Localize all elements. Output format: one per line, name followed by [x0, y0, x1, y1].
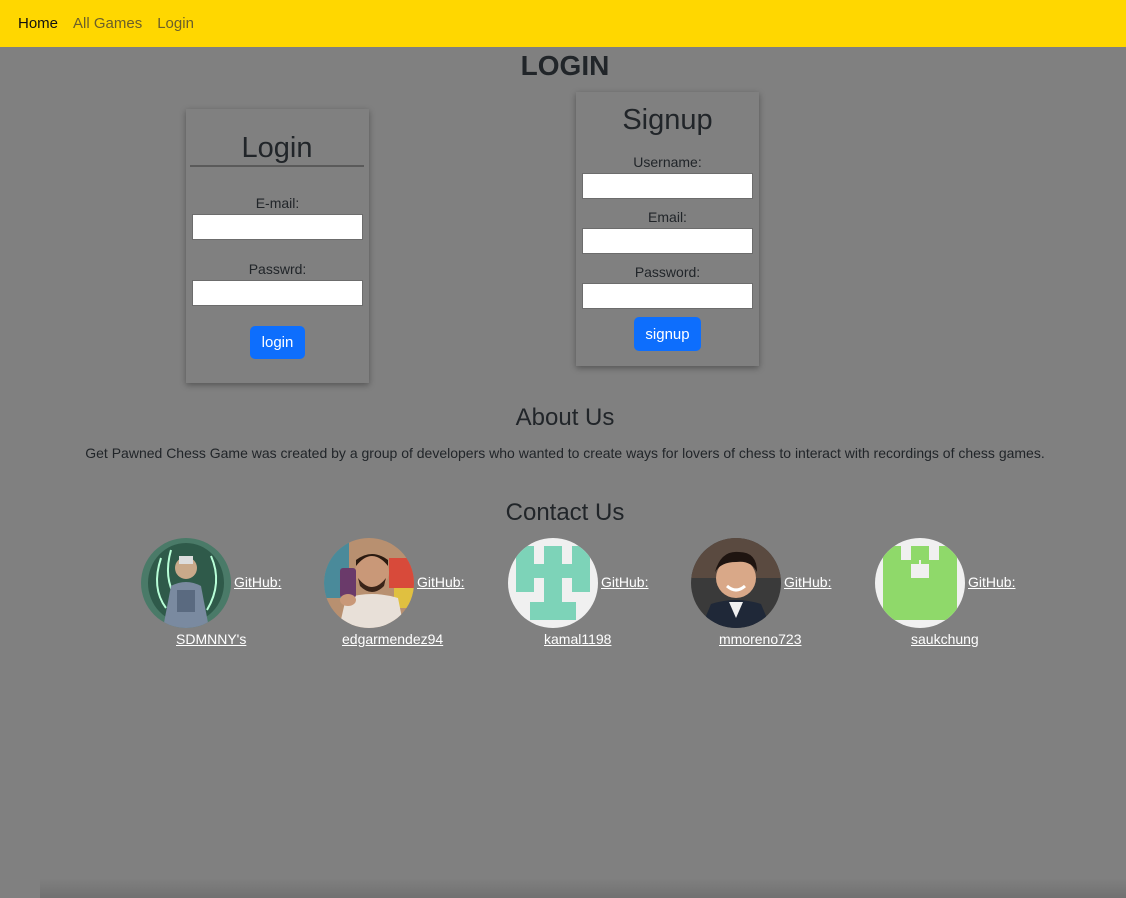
github-username-link[interactable]: kamal1198 — [544, 631, 611, 647]
nav-link-all-games[interactable]: All Games — [73, 15, 142, 32]
page-title: LOGIN — [520, 50, 610, 81]
signup-title: Signup — [622, 104, 713, 136]
signup-button[interactable]: signup — [634, 317, 701, 351]
login-password-label: Passwrd: — [248, 261, 307, 277]
github-label[interactable]: GitHub: — [968, 574, 1015, 590]
login-card: Login E-mail: Passwrd: login — [186, 109, 369, 383]
avatar — [508, 538, 598, 628]
nav-link-home[interactable]: Home — [18, 15, 58, 32]
avatar — [875, 538, 965, 628]
signup-password-label: Password: — [634, 264, 701, 280]
contact-title: Contact Us — [505, 499, 625, 526]
signup-username-label: Username: — [633, 154, 702, 170]
login-password-input[interactable] — [192, 280, 363, 306]
avatar — [324, 538, 414, 628]
github-username-link[interactable]: mmoreno723 — [719, 631, 802, 647]
login-email-label: E-mail: — [255, 195, 300, 211]
signup-email-label: Email: — [648, 209, 687, 225]
github-username-link[interactable]: saukchung — [911, 631, 979, 647]
login-email-input[interactable] — [192, 214, 363, 240]
github-label[interactable]: GitHub: — [417, 574, 464, 590]
nav-link-login[interactable]: Login — [157, 15, 194, 32]
github-username-link[interactable]: SDMNNY's — [176, 631, 246, 647]
github-username-link[interactable]: edgarmendez94 — [342, 631, 443, 647]
github-label[interactable]: GitHub: — [234, 574, 281, 590]
signup-password-input[interactable] — [582, 283, 753, 309]
signup-username-input[interactable] — [582, 173, 753, 199]
login-button[interactable]: login — [250, 326, 305, 359]
signup-email-input[interactable] — [582, 228, 753, 254]
about-text: Get Pawned Chess Game was created by a g… — [85, 445, 1045, 461]
navbar: Home All Games Login — [0, 0, 1126, 47]
bottom-shadow — [40, 878, 1126, 898]
about-title: About Us — [515, 404, 615, 431]
signup-card: Signup Username: Email: Password: signup — [576, 92, 759, 366]
avatar — [141, 538, 231, 628]
github-label[interactable]: GitHub: — [784, 574, 831, 590]
login-title: Login — [190, 131, 364, 167]
avatar — [691, 538, 781, 628]
github-label[interactable]: GitHub: — [601, 574, 648, 590]
